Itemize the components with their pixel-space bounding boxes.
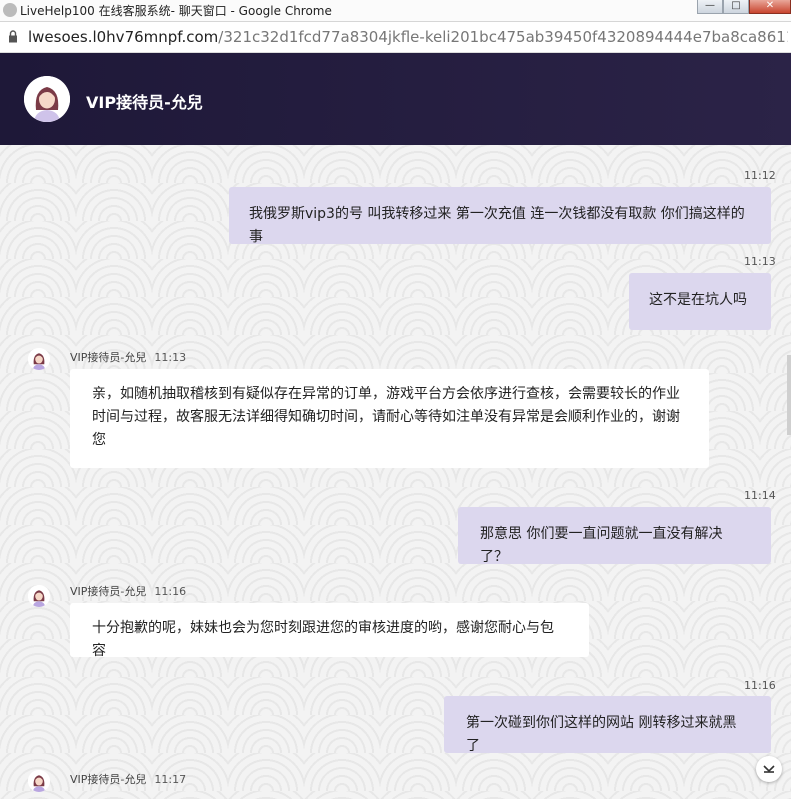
sender-name: VIP接待员-允兒	[70, 773, 147, 786]
scrollbar-thumb[interactable]	[787, 355, 791, 435]
message-text: 那意思 你们要一直问题就一直没有解决了？	[480, 526, 723, 565]
agent-sender-line: VIP接待员-允兒 11:13	[70, 349, 186, 365]
user-message-bubble: 我俄罗斯vip3的号 叫我转移过来 第一次充值 连一次钱都没有取款 你们搞这样的…	[229, 187, 771, 245]
message-text: 我俄罗斯vip3的号 叫我转移过来 第一次充值 连一次钱都没有取款 你们搞这样的…	[249, 206, 745, 245]
agent-message-bubble: 十分抱歉的呢，妹妹也会为您时刻跟进您的审核进度的哟，感谢您耐心与包容	[70, 603, 589, 659]
message-time: 11:13	[154, 351, 187, 364]
chrome-app-icon	[3, 3, 17, 17]
agent-sender-line: VIP接待员-允兒 11:17	[70, 771, 186, 787]
agent-sender-line: VIP接待员-允兒 11:16	[70, 583, 186, 599]
url-domain: lwesoes.l0hv76mnpf.com	[28, 28, 219, 46]
address-bar[interactable]: lwesoes.l0hv76mnpf.com/321c32d1fcd77a830…	[0, 22, 791, 53]
chat-message-area[interactable]: 11:12 我俄罗斯vip3的号 叫我转移过来 第一次充值 连一次钱都没有取款 …	[0, 145, 791, 799]
window-title: LiveHelp100 在线客服系统- 聊天窗口 - Google Chrome	[20, 4, 332, 18]
message-time: 11:13	[744, 255, 776, 268]
message-time: 11:14	[744, 489, 776, 502]
agent-avatar-icon	[28, 348, 50, 370]
minimize-button[interactable]: —	[697, 0, 723, 14]
message-time: 11:16	[744, 679, 776, 692]
close-button[interactable]: ✕	[749, 0, 791, 14]
chat-header: VIP接待员-允兒	[0, 53, 791, 145]
agent-avatar-icon	[28, 585, 50, 607]
user-message-bubble: 第一次碰到你们这样的网站 刚转移过来就黑了	[444, 696, 771, 754]
url-text[interactable]: lwesoes.l0hv76mnpf.com/321c32d1fcd77a830…	[28, 28, 788, 46]
user-message-bubble: 这不是在坑人吗	[629, 273, 771, 330]
agent-avatar-icon	[28, 770, 50, 792]
message-time: 11:12	[744, 169, 776, 182]
message-text: 第一次碰到你们这样的网站 刚转移过来就黑了	[466, 715, 737, 754]
sender-name: VIP接待员-允兒	[70, 351, 147, 364]
agent-name-title: VIP接待员-允兒	[86, 93, 203, 112]
url-path: /321c32d1fcd77a8304jkfle-keli201bc475ab3…	[218, 28, 788, 46]
window-titlebar: LiveHelp100 在线客服系统- 聊天窗口 - Google Chrome…	[0, 0, 791, 22]
chevron-down-icon	[763, 765, 775, 773]
agent-avatar-icon	[24, 76, 70, 122]
message-time: 11:16	[154, 585, 187, 598]
maximize-button[interactable]: □	[723, 0, 749, 14]
message-text: 亲，如随机抽取稽核到有疑似存在异常的订单，游戏平台方会依序进行查核，会需要较长的…	[92, 386, 680, 448]
lock-icon	[9, 30, 17, 43]
sender-name: VIP接待员-允兒	[70, 585, 147, 598]
message-time: 11:17	[154, 773, 187, 786]
message-text: 这不是在坑人吗	[649, 292, 747, 308]
message-text: 十分抱歉的呢，妹妹也会为您时刻跟进您的审核进度的哟，感谢您耐心与包容	[92, 620, 554, 659]
agent-message-bubble: 亲，如随机抽取稽核到有疑似存在异常的订单，游戏平台方会依序进行查核，会需要较长的…	[70, 369, 709, 468]
user-message-bubble: 那意思 你们要一直问题就一直没有解决了？	[458, 507, 771, 565]
scroll-to-bottom-button[interactable]	[756, 756, 782, 782]
